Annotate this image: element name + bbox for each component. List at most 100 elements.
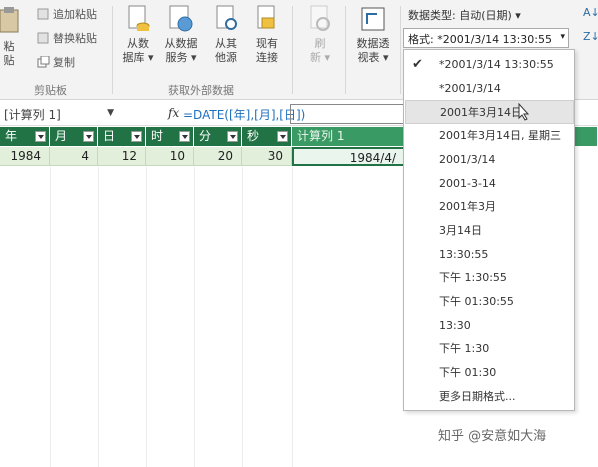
header-label: 计算列 1	[297, 129, 345, 143]
menu-item[interactable]: 13:30:55	[405, 243, 574, 267]
filter-icon[interactable]	[179, 131, 190, 142]
refresh-label: 刷 新 ▾	[309, 37, 331, 64]
cell-second[interactable]: 30	[242, 147, 292, 166]
menu-item-label: 更多日期格式...	[439, 389, 516, 403]
fx-icon[interactable]: fx	[168, 106, 179, 120]
replace-paste-icon	[37, 32, 50, 44]
menu-item-label: *2001/3/14 13:30:55	[439, 58, 554, 71]
menu-item-label: 2001年3月14日, 星期三	[439, 129, 561, 143]
menu-item[interactable]: 2001年3月14日	[405, 100, 574, 125]
separator	[112, 6, 113, 94]
menu-item[interactable]: 更多日期格式...	[405, 385, 574, 409]
formula-highlight	[290, 104, 406, 124]
external-group-label: 获取外部数据	[168, 84, 234, 97]
separator	[400, 6, 401, 94]
separator	[345, 6, 346, 94]
replace-paste-label: 替换粘贴	[53, 32, 97, 45]
paste-label-2: 贴	[3, 54, 15, 67]
menu-item[interactable]: 2001/3/14	[405, 148, 574, 172]
format-menu: ✔ *2001/3/14 13:30:55 *2001/3/14 2001年3月14日…	[403, 49, 575, 411]
menu-item-label: 3月14日	[439, 223, 482, 237]
column-header-minute[interactable]: 分	[194, 127, 242, 146]
from-database-button[interactable]: 从数 据库 ▾	[118, 4, 158, 65]
paste-button[interactable]: 粘 贴	[0, 4, 24, 68]
menu-item-label: 2001-3-14	[439, 176, 496, 190]
menu-item[interactable]: *2001/3/14	[405, 77, 574, 101]
filter-icon[interactable]	[35, 131, 46, 142]
header-label: 年	[5, 129, 18, 143]
from-other-sources-button[interactable]: 从其 他源	[206, 4, 246, 65]
filter-icon[interactable]	[131, 131, 142, 142]
sort-desc-icon[interactable]: Z↓	[583, 30, 598, 43]
column-header-year[interactable]: 年	[0, 127, 50, 146]
menu-item-label: 下午 01:30:55	[439, 295, 514, 308]
sort-icon[interactable]: A↓	[583, 6, 598, 19]
database-icon	[125, 4, 151, 34]
menu-item[interactable]: 13:30	[405, 314, 574, 338]
name-box-value: [计算列 1]	[4, 108, 61, 122]
refresh-button[interactable]: 刷 新 ▾	[300, 4, 340, 65]
from-other-sources-label: 从其 他源	[215, 37, 237, 64]
pivot-table-button[interactable]: 数据透 视表 ▾	[350, 4, 396, 65]
column-header-day[interactable]: 日	[98, 127, 146, 146]
gridline	[194, 167, 195, 467]
append-paste-icon	[37, 8, 50, 20]
column-header-hour[interactable]: 时	[146, 127, 194, 146]
cell-day[interactable]: 12	[98, 147, 146, 166]
chevron-down-icon: ▼	[107, 108, 114, 118]
gridline	[242, 167, 243, 467]
replace-paste-button[interactable]: 替换粘贴	[37, 30, 97, 46]
append-paste-button[interactable]: 追加粘贴	[37, 6, 97, 22]
cell-hour[interactable]: 10	[146, 147, 194, 166]
table-row: 1984 4 12 10 20 30 1984/4/	[0, 147, 406, 166]
copy-label: 复制	[53, 56, 75, 69]
header-label: 时	[151, 129, 164, 143]
menu-item[interactable]: 2001年3月14日, 星期三	[405, 124, 574, 148]
connections-icon	[254, 4, 280, 34]
menu-item[interactable]: 3月14日	[405, 219, 574, 243]
watermark: 知乎 @安意如大海	[438, 429, 547, 444]
menu-item-label: 下午 1:30	[439, 342, 490, 356]
refresh-icon	[307, 4, 333, 34]
header-label: 分	[199, 129, 212, 143]
cell-minute[interactable]: 20	[194, 147, 242, 166]
from-data-service-button[interactable]: 从数据 服务 ▾	[161, 4, 201, 65]
menu-item[interactable]: 2001-3-14	[405, 172, 574, 196]
menu-item-label: 13:30:55	[439, 247, 489, 261]
formula-input[interactable]: =DATE([年],[月],[日])	[183, 106, 305, 123]
gridline	[146, 167, 147, 467]
filter-icon[interactable]	[83, 131, 94, 142]
other-sources-icon	[213, 4, 239, 34]
paste-label: 粘	[3, 40, 15, 53]
gridline	[98, 167, 99, 467]
cell-year[interactable]: 1984	[0, 147, 50, 166]
menu-item-label: 2001/3/14	[439, 152, 496, 166]
chevron-down-icon: ▾	[560, 32, 565, 42]
cell-calculated[interactable]: 1984/4/	[292, 147, 406, 166]
existing-connections-label: 现有 连接	[256, 37, 278, 64]
menu-item[interactable]: ✔ *2001/3/14 13:30:55	[405, 53, 574, 77]
cell-month[interactable]: 4	[50, 147, 98, 166]
gridline	[50, 167, 51, 467]
menu-item[interactable]: 下午 1:30	[405, 337, 574, 361]
menu-item-label: 2001年3月	[439, 200, 496, 214]
from-database-label: 从数 据库 ▾	[122, 37, 154, 64]
data-type-selector[interactable]: 数据类型: 自动(日期) ▾	[408, 7, 521, 23]
menu-item-label: 2001年3月14日	[440, 106, 522, 120]
menu-item-label: 13:30	[439, 318, 471, 332]
copy-button[interactable]: 复制	[37, 54, 75, 70]
format-dropdown[interactable]: 格式: *2001/3/14 13:30:55 ▾	[403, 28, 569, 48]
column-header-month[interactable]: 月	[50, 127, 98, 146]
filter-icon[interactable]	[277, 131, 288, 142]
clipboard-group-label: 剪贴板	[34, 84, 67, 97]
column-header-second[interactable]: 秒	[242, 127, 292, 146]
menu-item[interactable]: 下午 1:30:55	[405, 266, 574, 290]
name-box[interactable]: [计算列 1] ▼	[4, 106, 114, 123]
menu-item[interactable]: 2001年3月	[405, 195, 574, 219]
menu-item[interactable]: 下午 01:30:55	[405, 290, 574, 314]
menu-item[interactable]: 下午 01:30	[405, 361, 574, 385]
append-paste-label: 追加粘贴	[53, 8, 97, 21]
header-label: 日	[103, 129, 116, 143]
existing-connections-button[interactable]: 现有 连接	[247, 4, 287, 65]
filter-icon[interactable]	[227, 131, 238, 142]
